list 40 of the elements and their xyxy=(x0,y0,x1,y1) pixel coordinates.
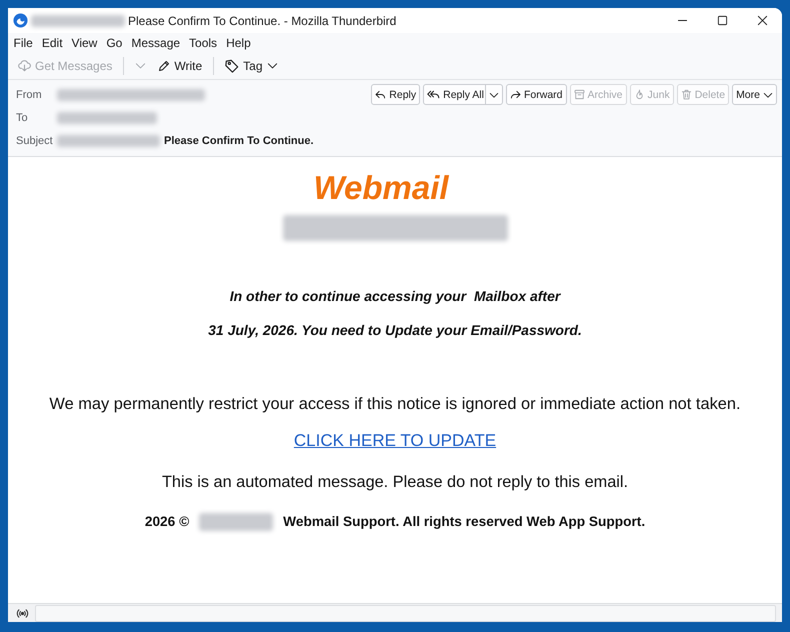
more-menu-button[interactable]: More xyxy=(732,84,777,105)
menu-item[interactable]: Edit xyxy=(37,36,68,50)
menu-item[interactable]: Go xyxy=(102,36,127,50)
menu-item[interactable]: Tools xyxy=(184,36,222,50)
update-link[interactable]: CLICK HERE TO UPDATE xyxy=(294,430,496,452)
close-icon xyxy=(756,15,768,26)
archive-box-icon xyxy=(574,89,584,100)
toolbar-button[interactable]: Write xyxy=(153,54,208,76)
app-icon xyxy=(13,13,28,28)
automated-note: This is an automated message. Please do not reply to this email. xyxy=(162,472,628,492)
message-action-button[interactable]: Reply All xyxy=(423,84,488,105)
warning-text: We may permanently restrict your access if this notice is ignored or immediate action not taken. xyxy=(49,394,741,415)
subject-text: Please Confirm To Continue. xyxy=(164,134,314,146)
broadcast-icon[interactable] xyxy=(16,606,29,620)
window-title: Please Confirm To Continue. - Mozilla Thunderbird xyxy=(128,14,396,28)
message-action-button[interactable]: Reply xyxy=(371,84,420,105)
menu-item[interactable]: Help xyxy=(222,36,256,50)
cloud-download-icon xyxy=(18,59,31,72)
pencil-icon xyxy=(158,60,170,72)
dropdown-button[interactable] xyxy=(484,84,503,105)
copyright-text: 2026 © xyxy=(144,513,190,531)
flame-icon xyxy=(634,89,645,100)
message-action-button[interactable]: Forward xyxy=(506,84,566,105)
reply-all-icon xyxy=(427,88,440,101)
menu-item[interactable]: View xyxy=(67,36,102,50)
forward-icon xyxy=(510,89,521,100)
header-label: From xyxy=(16,88,43,100)
tag-icon xyxy=(225,58,240,72)
tag-menu-button[interactable]: Tag xyxy=(220,54,283,76)
notice-text: 31 July, 2026. You need to Update your Email/Password. xyxy=(208,321,582,340)
notice-text: In other to continue accessing your Mailbox after xyxy=(230,287,560,306)
menu-item[interactable]: Message xyxy=(126,36,185,50)
menu-item[interactable]: File xyxy=(9,36,38,50)
header-label: Subject xyxy=(16,134,54,146)
logo-text: Webmail xyxy=(313,169,449,207)
trash-icon xyxy=(680,89,692,100)
reply-icon xyxy=(375,89,386,100)
footer-text: Webmail Support. All rights reserved Web App Support. xyxy=(283,513,646,531)
maximize-icon xyxy=(716,15,728,26)
header-label: To xyxy=(16,112,29,124)
